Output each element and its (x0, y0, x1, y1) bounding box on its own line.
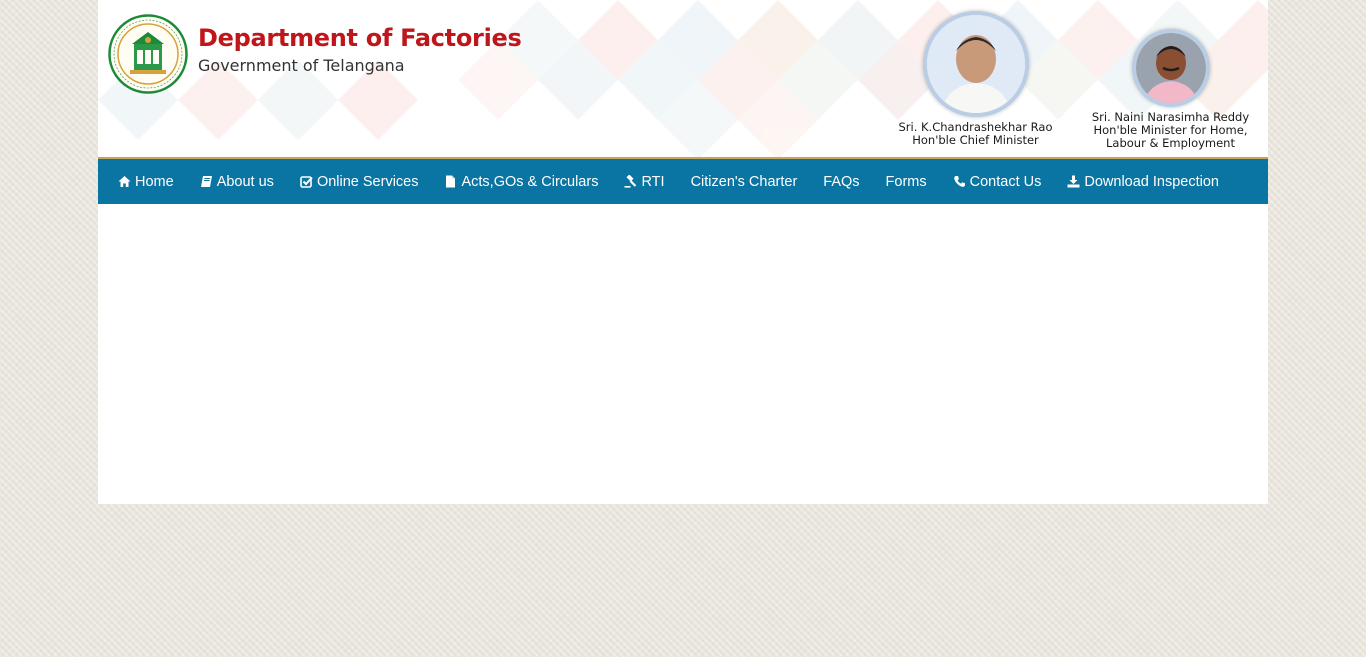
nav-item-label: Forms (885, 173, 927, 190)
leader-home-minister: Sri. Naini Narasimha Reddy Hon'ble Minis… (1083, 29, 1258, 150)
nav-item-label: Home (135, 173, 174, 190)
nav-item-forms[interactable]: Forms (873, 159, 940, 204)
nav-item-online-services[interactable]: Online Services (287, 159, 432, 204)
chief-minister-photo (922, 11, 1029, 117)
book-icon (200, 175, 213, 188)
nav-item-home[interactable]: Home (105, 159, 187, 204)
nav-item-rti[interactable]: RTI (611, 159, 677, 204)
nav-item-label: Citizen's Charter (690, 173, 798, 190)
leader-chief-minister: Sri. K.Chandrashekhar Rao Hon'ble Chief … (893, 11, 1058, 147)
nav-item-label: Acts,GOs & Circulars (461, 173, 599, 190)
gavel-icon (624, 175, 637, 188)
nav-item-label: Online Services (316, 173, 419, 190)
telangana-emblem-icon[interactable] (108, 14, 188, 94)
home-icon (118, 175, 131, 188)
nav-item-label: Contact Us (969, 173, 1042, 190)
nav-item-acts-gos-circulars[interactable]: Acts,GOs & Circulars (431, 159, 611, 204)
nav-item-label: FAQs (823, 173, 860, 190)
nav-item-label: Download Inspection (1084, 173, 1219, 190)
nav-item-download-inspection[interactable]: Download Inspection (1054, 159, 1232, 204)
nav-item-label: RTI (641, 173, 665, 190)
nav-item-faqs[interactable]: FAQs (810, 159, 872, 204)
home-minister-role-line-2: Labour & Employment (1106, 136, 1235, 150)
nav-item-label: About us (216, 173, 274, 190)
page-container: Department of Factories Government of Te… (98, 0, 1268, 504)
main-navigation: Home About us Online Services Acts,GOs &… (98, 157, 1268, 204)
home-minister-photo (1131, 29, 1210, 107)
nav-item-contact-us[interactable]: Contact Us (940, 159, 1055, 204)
file-icon (444, 175, 457, 188)
site-header: Department of Factories Government of Te… (98, 0, 1268, 157)
nav-item-about-us[interactable]: About us (187, 159, 287, 204)
phone-icon (953, 175, 966, 188)
download-icon (1067, 175, 1080, 188)
site-title-block: Department of Factories Government of Te… (198, 24, 522, 75)
site-title[interactable]: Department of Factories (198, 24, 522, 52)
check-square-icon (300, 175, 313, 188)
site-subtitle: Government of Telangana (198, 56, 405, 75)
nav-item-citizens-charter[interactable]: Citizen's Charter (678, 159, 811, 204)
chief-minister-role: Hon'ble Chief Minister (912, 133, 1039, 147)
